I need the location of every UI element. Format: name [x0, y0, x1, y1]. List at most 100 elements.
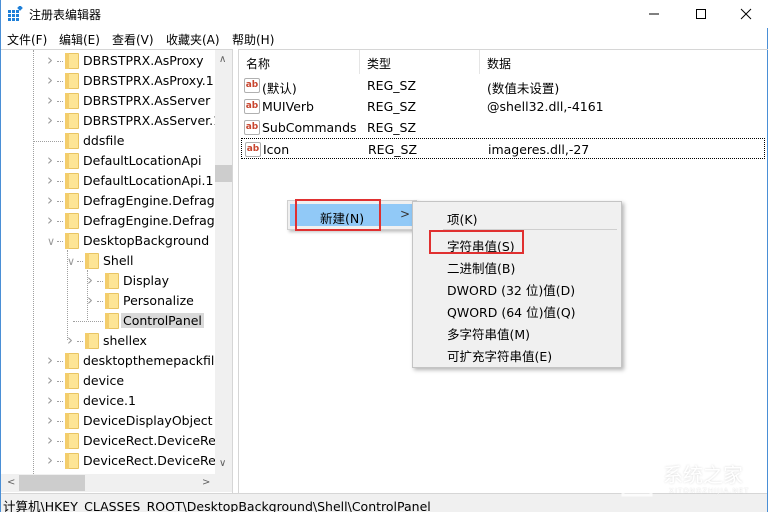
submenu-item-label: 多字符串值(M)	[447, 327, 531, 342]
scroll-down-icon[interactable]: ∨	[219, 458, 226, 470]
folder-icon	[105, 293, 119, 309]
column-header-data[interactable]: 数据	[480, 50, 768, 74]
tree-item-label: DefragEngine.DefragEr	[83, 193, 228, 208]
value-name: Icon	[263, 142, 290, 157]
tree-item[interactable]: › shellex	[1, 331, 215, 351]
chevron-right-icon[interactable]: ›	[47, 91, 57, 109]
chevron-right-icon[interactable]: ›	[47, 191, 57, 209]
chevron-right-icon[interactable]: ›	[67, 331, 77, 349]
chevron-right-icon[interactable]: ›	[47, 351, 57, 369]
registry-tree: › DBRSTPRX.AsProxy › DBRSTPRX.AsProxy.1 › DBR…	[1, 49, 233, 493]
tree-item[interactable]: › Display	[1, 271, 215, 291]
scroll-right-icon[interactable]: >	[202, 477, 210, 489]
tree-item[interactable]: › desktopthemepackfile	[1, 351, 222, 371]
submenu-item-dword-value[interactable]: DWORD (32 位)值(D)	[415, 276, 619, 298]
chevron-right-icon[interactable]: ›	[47, 111, 57, 129]
chevron-right-icon[interactable]: ›	[47, 391, 57, 409]
chevron-right-icon[interactable]: ›	[87, 291, 97, 309]
folder-icon	[65, 173, 79, 189]
tree-item[interactable]: › DBRSTPRX.AsProxy	[1, 51, 215, 71]
tree-item[interactable]: › DeviceDisplayObject	[1, 411, 215, 431]
menu-file[interactable]: 文件(F)	[7, 28, 47, 48]
tree-connector	[97, 281, 103, 282]
tree-item[interactable]: › DefaultLocationApi.1	[1, 171, 215, 191]
tree-item[interactable]: › device	[1, 371, 215, 391]
tree-connector	[57, 361, 63, 362]
tree-item-label: ControlPanel	[121, 313, 204, 328]
tree-connector	[97, 301, 103, 302]
submenu-item-qword-value[interactable]: QWORD (64 位)值(Q)	[415, 298, 619, 320]
value-row[interactable]: ab MUIVerb REG_SZ @shell32.dll,-4161	[241, 96, 765, 117]
column-header-name[interactable]: 名称	[239, 50, 360, 74]
tree-item-label: ddsfile	[83, 133, 125, 148]
tree-connector	[57, 381, 63, 382]
chevron-down-icon[interactable]: ∨	[67, 255, 77, 268]
chevron-down-icon[interactable]: ∨	[47, 235, 57, 248]
tree-item[interactable]: ∨ DesktopBackground	[1, 231, 215, 251]
tree-item[interactable]: ControlPanel	[1, 311, 215, 331]
tree-connector	[57, 401, 63, 402]
scroll-up-icon[interactable]: ∧	[219, 54, 226, 66]
chevron-right-icon[interactable]: ›	[47, 171, 57, 189]
value-row[interactable]: ab (默认) REG_SZ (数值未设置)	[241, 75, 765, 96]
column-header-type[interactable]: 类型	[360, 50, 480, 74]
chevron-right-icon[interactable]: ›	[47, 211, 57, 229]
watermark-logo: 系统之家 XITONGZHIJIA.NET	[601, 455, 761, 505]
tree-item[interactable]: › DefaultLocationApi	[1, 151, 215, 171]
chevron-right-icon[interactable]: ›	[47, 431, 57, 449]
submenu-item-binary-value[interactable]: 二进制值(B)	[415, 254, 619, 276]
minimize-button[interactable]	[631, 0, 677, 28]
value-name: MUIVerb	[262, 99, 314, 114]
value-row[interactable]: ab SubCommands REG_SZ	[241, 117, 765, 138]
scroll-left-icon[interactable]: <	[7, 477, 15, 489]
window-title: 注册表编辑器	[29, 8, 102, 22]
chevron-right-icon[interactable]: ›	[47, 451, 57, 469]
tree-item[interactable]: › DefragEngine.DefragEr	[1, 191, 228, 211]
folder-icon	[65, 353, 79, 369]
tree-connector	[57, 61, 63, 62]
chevron-right-icon[interactable]: ›	[47, 51, 57, 69]
tree-horizontal-scrollbar[interactable]: < >	[1, 474, 232, 492]
folder-icon	[65, 113, 79, 129]
maximize-button[interactable]	[678, 0, 724, 28]
tree-item[interactable]: › DBRSTPRX.AsServer.1	[1, 111, 221, 131]
tree-item[interactable]: ddsfile	[1, 131, 215, 151]
submenu-item-key[interactable]: 项(K)	[415, 205, 619, 227]
tree-item[interactable]: › DeviceRect.DeviceRect.	[1, 451, 232, 471]
chevron-right-icon[interactable]: ›	[47, 411, 57, 429]
value-row[interactable]: ab Icon REG_SZ imageres.dll,-27	[241, 138, 765, 159]
folder-icon	[65, 93, 79, 109]
registry-path: 计算机\HKEY_CLASSES_ROOT\DesktopBackground\…	[3, 499, 431, 512]
chevron-right-icon[interactable]: ›	[87, 271, 97, 289]
tree-item-label: desktopthemepackfile	[83, 353, 222, 368]
tree-item[interactable]: › Personalize	[1, 291, 215, 311]
vertical-scroll-thumb[interactable]	[215, 165, 232, 182]
value-name: SubCommands	[262, 120, 357, 135]
tree-item-label: Shell	[103, 253, 134, 268]
tree-connector	[57, 161, 63, 162]
menu-edit[interactable]: 编辑(E)	[59, 28, 100, 48]
tree-item[interactable]: › DBRSTPRX.AsServer	[1, 91, 215, 111]
menu-bar: 文件(F) 编辑(E) 查看(V) 收藏夹(A) 帮助(H)	[1, 28, 768, 49]
tree-item[interactable]: › device.1	[1, 391, 215, 411]
close-button[interactable]	[723, 0, 768, 28]
tree-item-label: DBRSTPRX.AsProxy.1	[83, 73, 214, 88]
tree-vertical-scrollbar[interactable]: ∧ ∨	[215, 50, 232, 474]
menu-view[interactable]: 查看(V)	[112, 28, 154, 48]
value-data: @shell32.dll,-4161	[487, 99, 604, 114]
horizontal-scroll-thumb[interactable]	[19, 475, 85, 491]
menu-favorites[interactable]: 收藏夹(A)	[166, 28, 220, 48]
submenu-item-multi-string-value[interactable]: 多字符串值(M)	[415, 320, 619, 342]
menu-help[interactable]: 帮助(H)	[232, 28, 274, 48]
value-type: REG_SZ	[368, 142, 418, 157]
chevron-right-icon[interactable]: ›	[47, 371, 57, 389]
tree-item[interactable]: › DBRSTPRX.AsProxy.1	[1, 71, 215, 91]
submenu-item-expandable-string-value[interactable]: 可扩充字符串值(E)	[415, 342, 619, 364]
tree-item[interactable]: › DefragEngine.DefragEr	[1, 211, 228, 231]
chevron-right-icon[interactable]: ›	[47, 151, 57, 169]
tree-item-label: DeviceDisplayObject	[83, 413, 213, 428]
tree-item-label: DesktopBackground	[83, 233, 210, 248]
tree-item[interactable]: › DeviceRect.DeviceRect	[1, 431, 228, 451]
tree-item[interactable]: ∨ Shell	[1, 251, 215, 271]
chevron-right-icon[interactable]: ›	[47, 71, 57, 89]
